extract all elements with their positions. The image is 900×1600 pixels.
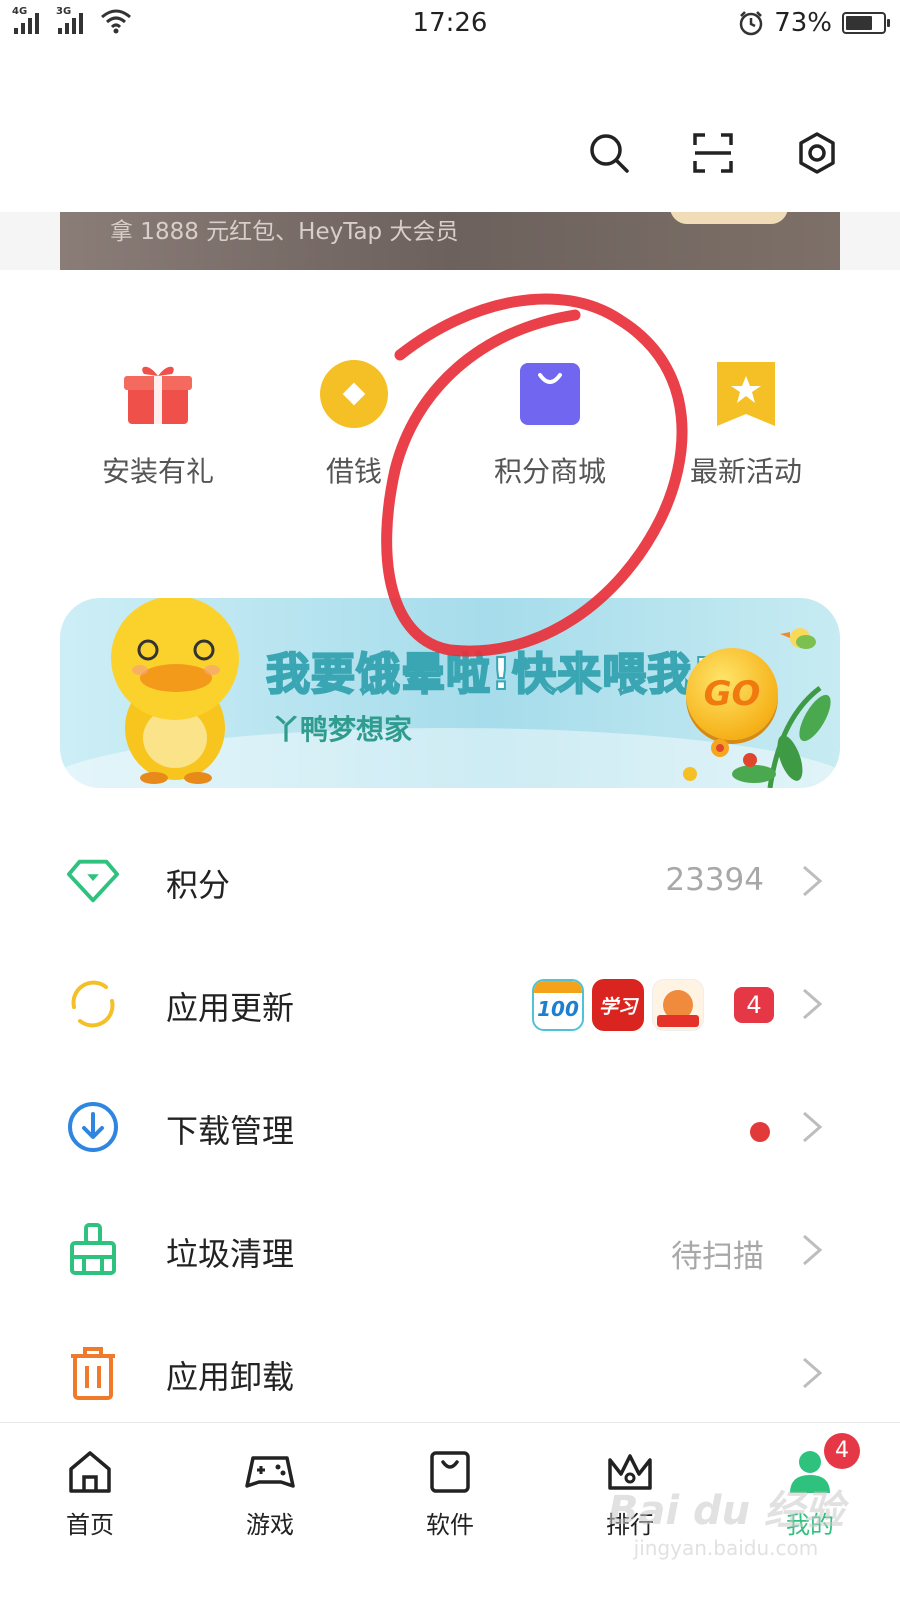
update-app-icons: 100 学习	[532, 979, 704, 1031]
nav-tab-software[interactable]: 软件	[360, 1423, 540, 1600]
list-item-label: 垃圾清理	[166, 1235, 295, 1273]
coin-icon	[318, 358, 390, 430]
nav-label: 游戏	[246, 1511, 294, 1539]
diamond-icon	[66, 854, 120, 908]
quick-entry-points-mall[interactable]: 积分商城	[452, 358, 648, 490]
alarm-icon	[739, 11, 763, 36]
chevron-right-icon	[803, 865, 823, 897]
chevron-right-icon	[803, 988, 823, 1020]
nav-tab-games[interactable]: 游戏	[180, 1423, 360, 1600]
list-item-uninstall[interactable]: 应用卸载	[0, 1312, 900, 1435]
quick-entry-install-gift[interactable]: 安装有礼	[60, 358, 256, 490]
quick-entry-label: 借钱	[325, 455, 382, 488]
battery-icon	[842, 12, 890, 34]
app-icon-100: 100	[532, 979, 584, 1031]
scan-icon[interactable]	[690, 130, 736, 176]
home-icon	[65, 1447, 115, 1497]
quick-entry-borrow[interactable]: 借钱	[256, 358, 452, 490]
list-item-label: 应用更新	[166, 989, 295, 1027]
watermark-url: jingyan.baidu.com	[633, 1536, 819, 1560]
scan-status: 待扫描	[671, 1239, 764, 1275]
list-item-download-manager[interactable]: 下载管理	[0, 1066, 900, 1189]
chevron-right-icon	[803, 1111, 823, 1143]
chevron-right-icon	[803, 1234, 823, 1266]
broom-icon	[66, 1223, 120, 1277]
update-count-badge: 4	[734, 987, 774, 1023]
quick-entry-label: 安装有礼	[101, 455, 214, 488]
app-icon-xuexi: 学习	[592, 979, 644, 1031]
menu-list: 积分 23394 应用更新 100 学习 4 下载管理 垃圾清理 待扫描 应用卸…	[0, 820, 900, 1435]
promo-banner-duck[interactable]: 我要饿晕啦!快来喂我! 丫鸭梦想家 GO	[60, 598, 840, 788]
settings-icon[interactable]	[794, 130, 840, 176]
shopping-bag-icon	[514, 358, 586, 430]
watermark-logo: Bai du 经验	[607, 1488, 844, 1534]
nav-label: 软件	[426, 1511, 474, 1539]
quick-entry-latest-events[interactable]: 最新活动	[648, 358, 844, 490]
quick-entry-label: 积分商城	[493, 455, 606, 488]
duck-mascot	[111, 598, 239, 784]
list-item-label: 积分	[166, 866, 231, 904]
list-item-points[interactable]: 积分 23394	[0, 820, 900, 943]
promo-text: 拿 1888 元红包、HeyTap 大会员	[110, 219, 459, 245]
download-icon	[66, 1100, 120, 1154]
gift-icon	[122, 358, 194, 430]
flower-decoration	[683, 628, 831, 788]
notification-badge: 4	[824, 1433, 860, 1469]
membership-promo-banner[interactable]: 拿 1888 元红包、HeyTap 大会员	[60, 212, 840, 270]
battery-percent: 73%	[774, 8, 832, 38]
refresh-icon	[66, 977, 120, 1031]
top-toolbar	[586, 130, 840, 176]
app-icon-jiayou	[652, 979, 704, 1031]
list-item-label: 下载管理	[166, 1112, 295, 1150]
gamepad-icon	[245, 1447, 295, 1497]
promo-button[interactable]	[670, 212, 788, 224]
nav-tab-home[interactable]: 首页	[0, 1423, 180, 1600]
list-item-label: 应用卸载	[166, 1358, 295, 1396]
notification-dot	[750, 1122, 770, 1142]
chevron-right-icon	[803, 1357, 823, 1389]
search-icon[interactable]	[586, 130, 632, 176]
star-flag-icon	[710, 358, 782, 430]
list-item-junk-cleanup[interactable]: 垃圾清理 待扫描	[0, 1189, 900, 1312]
nav-label: 首页	[66, 1511, 114, 1539]
quick-entry-label: 最新活动	[689, 455, 802, 488]
bag-icon	[425, 1447, 475, 1497]
baidu-watermark: Bai du 经验 jingyan.baidu.com	[608, 1478, 844, 1560]
banner-brand: 丫鸭梦想家	[272, 713, 413, 746]
battery-level	[846, 16, 873, 30]
banner-slogan: 我要饿晕啦!快来喂我!	[265, 648, 714, 701]
points-value: 23394	[665, 862, 764, 898]
quick-entry-row: 安装有礼 借钱 积分商城 最新活动	[60, 358, 844, 490]
trash-icon	[66, 1346, 120, 1400]
promo-strip: 拿 1888 元红包、HeyTap 大会员	[0, 212, 900, 270]
list-item-app-updates[interactable]: 应用更新 100 学习 4	[0, 943, 900, 1066]
status-bar: 4G 3G 17:26 73%	[0, 0, 900, 48]
